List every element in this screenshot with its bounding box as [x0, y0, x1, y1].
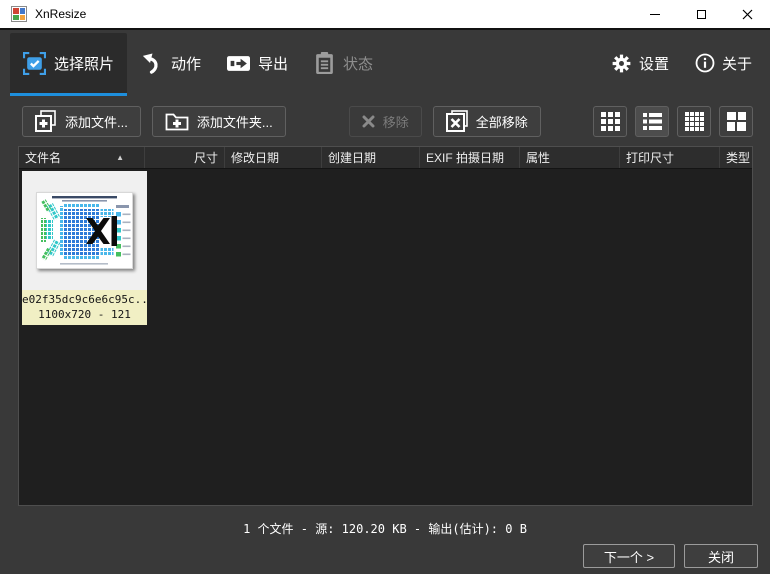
tab-label: 动作 — [171, 53, 201, 74]
view-small-thumbnails-button[interactable] — [677, 106, 711, 137]
maximize-button[interactable] — [678, 0, 724, 28]
tab-status[interactable]: 状态 — [301, 33, 386, 96]
select-photos-icon — [23, 52, 46, 75]
export-icon — [227, 52, 250, 75]
add-files-icon — [35, 110, 57, 132]
info-icon — [695, 53, 715, 73]
view-mode-group — [593, 106, 753, 137]
file-list-panel: 文件名 ▲ 尺寸 修改日期 创建日期 EXIF 拍摄日期 属性 打印尺寸 类型 — [18, 146, 753, 506]
column-header-modified-date[interactable]: 修改日期 — [225, 147, 322, 168]
add-files-label: 添加文件... — [65, 112, 128, 131]
column-header-size[interactable]: 尺寸 — [145, 147, 225, 168]
tab-label: 选择照片 — [54, 53, 114, 74]
thumbnail-caption: e02f35dc9c6e6c95c.. 1100x720 - 121 — [22, 290, 147, 325]
minimize-button[interactable] — [632, 0, 678, 28]
close-dialog-button[interactable]: 关闭 — [684, 544, 758, 568]
seating-chart-graphic — [36, 192, 133, 269]
remove-all-icon — [446, 110, 468, 132]
next-button[interactable]: 下一个 > — [583, 544, 675, 568]
add-folder-button[interactable]: 添加文件夹... — [152, 106, 286, 137]
window-title: XnResize — [35, 7, 86, 21]
add-files-button[interactable]: 添加文件... — [22, 106, 141, 137]
about-label: 关于 — [722, 53, 752, 74]
file-list: e02f35dc9c6e6c95c.. 1100x720 - 121 — [19, 169, 752, 505]
sort-ascending-icon[interactable]: ▲ — [116, 153, 124, 162]
file-name: e02f35dc9c6e6c95c.. — [22, 292, 147, 307]
column-header-created-date[interactable]: 创建日期 — [322, 147, 420, 168]
close-button[interactable] — [724, 0, 770, 28]
tab-action[interactable]: 动作 — [127, 33, 214, 96]
file-item[interactable]: e02f35dc9c6e6c95c.. 1100x720 - 121 — [22, 171, 147, 325]
thumbnail-card — [22, 171, 147, 290]
thumbnail-image — [36, 192, 133, 269]
column-header-filename[interactable]: 文件名 ▲ — [19, 147, 145, 168]
settings-button[interactable]: 设置 — [611, 53, 669, 74]
column-header-print-size[interactable]: 打印尺寸 — [620, 147, 720, 168]
tab-select-photos[interactable]: 选择照片 — [10, 33, 127, 96]
view-thumbnails-button[interactable] — [593, 106, 627, 137]
minimize-icon — [650, 14, 660, 15]
maximize-icon — [697, 10, 706, 19]
tab-label: 状态 — [343, 53, 373, 74]
tab-label: 导出 — [258, 53, 288, 74]
tab-bar: 选择照片 动作 导出 状态 — [0, 30, 770, 96]
about-button[interactable]: 关于 — [695, 53, 752, 74]
remove-all-button[interactable]: 全部移除 — [433, 106, 541, 137]
status-clipboard-icon — [314, 52, 335, 75]
gear-icon — [611, 53, 632, 74]
table-header: 文件名 ▲ 尺寸 修改日期 创建日期 EXIF 拍摄日期 属性 打印尺寸 类型 — [19, 147, 752, 169]
window-controls — [632, 0, 770, 28]
tiles-view-icon — [727, 112, 746, 131]
remove-all-label: 全部移除 — [476, 112, 528, 131]
file-dimensions: 1100x720 - 121 — [22, 307, 147, 322]
view-details-button[interactable] — [635, 106, 669, 137]
column-header-type[interactable]: 类型 — [720, 147, 752, 168]
close-icon — [742, 9, 753, 20]
title-bar: XnResize — [0, 0, 770, 30]
status-bar-summary: 1 个文件 - 源: 120.20 KB - 输出(估计): 0 B — [0, 520, 770, 537]
remove-x-icon — [362, 115, 375, 128]
footer-buttons: 下一个 > 关闭 — [583, 544, 758, 568]
dense-grid-view-icon — [685, 112, 704, 131]
add-folder-label: 添加文件夹... — [197, 112, 273, 131]
tab-bar-right: 设置 关于 — [611, 30, 752, 96]
grid-view-icon — [601, 112, 620, 131]
column-header-exif-date[interactable]: EXIF 拍摄日期 — [420, 147, 520, 168]
action-arrow-icon — [140, 52, 163, 75]
column-header-attributes[interactable]: 属性 — [520, 147, 620, 168]
settings-label: 设置 — [639, 53, 669, 74]
view-large-tiles-button[interactable] — [719, 106, 753, 137]
remove-button[interactable]: 移除 — [349, 106, 422, 137]
toolbar: 添加文件... 添加文件夹... 移除 全部移除 — [0, 96, 770, 146]
tab-export[interactable]: 导出 — [214, 33, 301, 96]
remove-label: 移除 — [383, 112, 409, 131]
app-icon — [11, 6, 27, 22]
list-view-icon — [643, 112, 662, 131]
add-folder-icon — [165, 110, 189, 132]
